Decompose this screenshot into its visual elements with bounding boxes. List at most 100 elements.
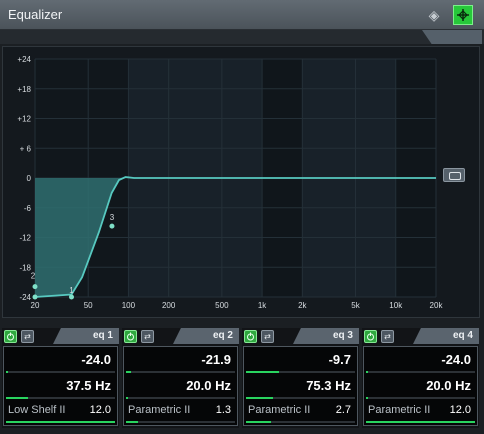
eq-point-label: 1 <box>69 286 74 295</box>
power-icon <box>7 332 14 341</box>
band-1-q-value[interactable]: 12.0 <box>90 404 111 416</box>
band-1-freq-fill <box>6 397 28 399</box>
band-3-panel: -9.7 75.3 Hz Parametric II 2.7 <box>243 346 358 426</box>
y-tick-label: -12 <box>19 234 31 243</box>
title-bar: Equalizer ◈ <box>0 0 484 30</box>
band-3-name: eq 3 <box>332 330 353 341</box>
y-tick-label: +24 <box>17 55 31 64</box>
band-4-panel: -24.0 20.0 Hz Parametric II 12.0 <box>363 346 478 426</box>
y-tick-label: -24 <box>19 293 31 302</box>
power-icon <box>457 9 469 21</box>
band-eq-4: ⇄ eq 4 -24.0 20.0 Hz Parametric II 12.0 <box>362 328 479 428</box>
band-1-type[interactable]: Low Shelf II <box>8 404 65 416</box>
band-4-freq-slider[interactable] <box>366 397 475 399</box>
y-tick-label: 0 <box>27 174 32 183</box>
eq-graph-frame: 20 50 100 200 500 1k 2k 5k 10k 20k +24 +18 +12 + 6 0 -6… <box>2 46 480 318</box>
eq-point-4 <box>32 294 38 300</box>
band-2-gain-fill <box>126 371 132 373</box>
x-tick-label: 5k <box>351 301 360 310</box>
band-3-freq-fill <box>246 397 274 399</box>
x-tick-label: 1k <box>258 301 267 310</box>
eq-point-3 <box>109 223 115 229</box>
band-2-gain-slider[interactable] <box>126 371 235 373</box>
band-4-freq-value[interactable]: 20.0 Hz <box>426 378 471 393</box>
band-1-name: eq 1 <box>92 330 113 341</box>
band-2-q-fill <box>126 421 138 423</box>
band-1-panel: -24.0 37.5 Hz Low Shelf II 12.0 <box>3 346 118 426</box>
power-button[interactable] <box>453 5 473 25</box>
band-3-q-value[interactable]: 2.7 <box>336 404 351 416</box>
band-4-q-value[interactable]: 12.0 <box>450 404 471 416</box>
x-tick-label: 50 <box>84 301 93 310</box>
power-icon <box>247 332 254 341</box>
band-1-q-fill <box>6 421 115 423</box>
band-2-on-button[interactable] <box>124 330 137 343</box>
x-tick-label: 100 <box>122 301 136 310</box>
band-4-type[interactable]: Parametric II <box>368 404 430 416</box>
band-eq-2: ⇄ eq 2 -21.9 20.0 Hz Parametric II 1.3 <box>122 328 239 428</box>
x-tick-label: 200 <box>162 301 176 310</box>
band-3-gain-value[interactable]: -9.7 <box>329 352 351 367</box>
eq-point-2 <box>68 294 74 300</box>
x-tick-label: 20 <box>31 301 40 310</box>
band-2-invert-icon[interactable]: ⇄ <box>141 330 154 343</box>
eq-point-label: 3 <box>110 213 115 222</box>
graph-lock-icon[interactable] <box>443 168 465 182</box>
eq-point-label: 2 <box>31 272 36 281</box>
band-3-freq-value[interactable]: 75.3 Hz <box>306 378 351 393</box>
bypass-icon[interactable]: ◈ <box>424 5 444 25</box>
x-tick-label: 500 <box>215 301 229 310</box>
band-1-freq-slider[interactable] <box>6 397 115 399</box>
y-tick-label: + 6 <box>20 144 32 153</box>
band-3-gain-slider[interactable] <box>246 371 355 373</box>
band-4-name: eq 4 <box>452 330 473 341</box>
band-1-gain-slider[interactable] <box>6 371 115 373</box>
band-2-type[interactable]: Parametric II <box>128 404 190 416</box>
x-tick-label: 2k <box>298 301 307 310</box>
band-eq-3: ⇄ eq 3 -9.7 75.3 Hz Parametric II 2.7 <box>242 328 359 428</box>
power-icon <box>367 332 374 341</box>
band-2-gain-value[interactable]: -21.9 <box>201 352 231 367</box>
band-2-panel: -21.9 20.0 Hz Parametric II 1.3 <box>123 346 238 426</box>
band-2-freq-fill <box>126 397 129 399</box>
band-1-on-button[interactable] <box>4 330 17 343</box>
band-4-q-fill <box>366 421 475 423</box>
band-4-gain-fill <box>366 371 369 373</box>
x-tick-label: 10k <box>389 301 403 310</box>
band-2-freq-value[interactable]: 20.0 Hz <box>186 378 231 393</box>
band-3-on-button[interactable] <box>244 330 257 343</box>
band-4-gain-slider[interactable] <box>366 371 475 373</box>
band-3-gain-fill <box>246 371 279 373</box>
band-1-q-slider[interactable] <box>6 421 115 423</box>
band-2-q-slider[interactable] <box>126 421 235 423</box>
band-2-q-value[interactable]: 1.3 <box>216 404 231 416</box>
band-3-freq-slider[interactable] <box>246 397 355 399</box>
band-2-freq-slider[interactable] <box>126 397 235 399</box>
band-strip: ⇄ eq 1 -24.0 37.5 Hz Low Shelf II 12.0 ⇄… <box>0 328 484 434</box>
band-4-invert-icon[interactable]: ⇄ <box>381 330 394 343</box>
band-4-on-button[interactable] <box>364 330 377 343</box>
y-tick-label: +12 <box>17 115 31 124</box>
band-3-invert-icon[interactable]: ⇄ <box>261 330 274 343</box>
band-1-gain-value[interactable]: -24.0 <box>81 352 111 367</box>
band-1-invert-icon[interactable]: ⇄ <box>21 330 34 343</box>
eq-point-1 <box>32 284 38 290</box>
band-3-q-slider[interactable] <box>246 421 355 423</box>
band-4-freq-fill <box>366 397 369 399</box>
band-4-gain-value[interactable]: -24.0 <box>441 352 471 367</box>
band-2-name: eq 2 <box>212 330 233 341</box>
x-tick-label: 20k <box>430 301 444 310</box>
y-tick-label: +18 <box>17 85 31 94</box>
y-tick-label: -6 <box>24 204 32 213</box>
band-1-gain-fill <box>6 371 9 373</box>
band-1-freq-value[interactable]: 37.5 Hz <box>66 378 111 393</box>
graph-options-tab[interactable] <box>422 30 482 44</box>
eq-graph[interactable]: 20 50 100 200 500 1k 2k 5k 10k 20k +24 +18 +12 + 6 0 -6… <box>3 47 481 319</box>
band-3-type[interactable]: Parametric II <box>248 404 310 416</box>
graph-toolbar <box>0 30 484 44</box>
y-tick-label: -18 <box>19 263 31 272</box>
band-4-q-slider[interactable] <box>366 421 475 423</box>
power-icon <box>127 332 134 341</box>
band-eq-1: ⇄ eq 1 -24.0 37.5 Hz Low Shelf II 12.0 <box>2 328 119 428</box>
window-title: Equalizer <box>8 7 63 22</box>
